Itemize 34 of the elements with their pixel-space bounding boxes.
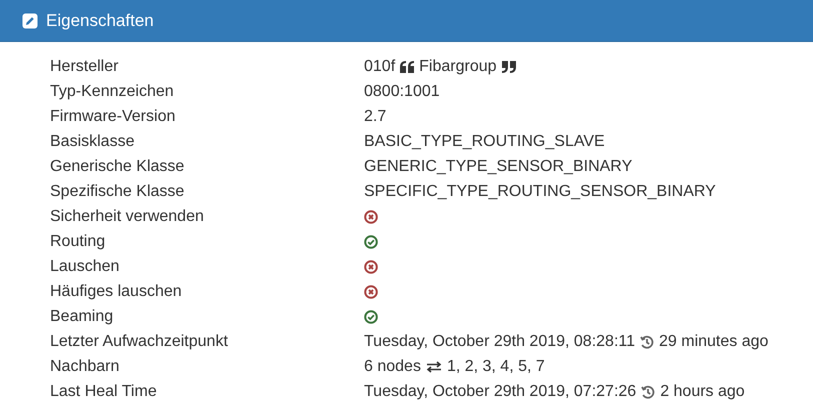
relative-time: 2 hours ago bbox=[660, 382, 745, 400]
property-value: GENERIC_TYPE_SENSOR_BINARY bbox=[364, 158, 632, 176]
property-label: Sicherheit verwenden bbox=[50, 208, 205, 226]
edit-icon bbox=[22, 12, 38, 28]
property-label: Letzter Aufwachzeitpunkt bbox=[50, 332, 229, 350]
property-value: 2.7 bbox=[364, 108, 386, 126]
property-label: Lauschen bbox=[50, 258, 120, 276]
property-label: Generische Klasse bbox=[50, 158, 186, 176]
relative-time: 29 minutes ago bbox=[659, 332, 768, 350]
close-quote-icon bbox=[502, 60, 516, 72]
exchange-icon bbox=[426, 360, 442, 372]
property-label: Häufiges lauschen bbox=[50, 282, 183, 300]
property-label: Last Heal Time bbox=[50, 382, 158, 400]
vendor-name: Fibargroup bbox=[419, 58, 497, 76]
property-value: BASIC_TYPE_ROUTING_SLAVE bbox=[364, 132, 605, 150]
property-label: Hersteller bbox=[50, 58, 120, 76]
property-value: 0800:1001 bbox=[364, 82, 440, 100]
property-label: Nachbarn bbox=[50, 358, 120, 376]
neighbor-list: 1, 2, 3, 4, 5, 7 bbox=[446, 358, 545, 376]
open-quote-icon bbox=[400, 60, 414, 72]
property-value: SPECIFIC_TYPE_ROUTING_SENSOR_BINARY bbox=[364, 182, 716, 200]
panel-title: Eigenschaften bbox=[46, 10, 154, 30]
property-label: Beaming bbox=[50, 308, 114, 326]
node-count: 6 nodes bbox=[364, 358, 421, 376]
timestamp: Tuesday, October 29th 2019, 07:27:26 bbox=[364, 382, 636, 400]
property-label: Basisklasse bbox=[50, 132, 136, 150]
vendor-id: 010f bbox=[364, 58, 396, 76]
timestamp: Tuesday, October 29th 2019, 08:28:11 bbox=[364, 332, 635, 350]
property-label: Firmware-Version bbox=[50, 108, 176, 126]
history-icon bbox=[641, 384, 656, 398]
property-label: Routing bbox=[50, 232, 106, 250]
history-icon bbox=[640, 334, 654, 348]
property-label: Typ-Kennzeichen bbox=[50, 82, 175, 100]
property-label: Spezifische Klasse bbox=[50, 182, 186, 200]
